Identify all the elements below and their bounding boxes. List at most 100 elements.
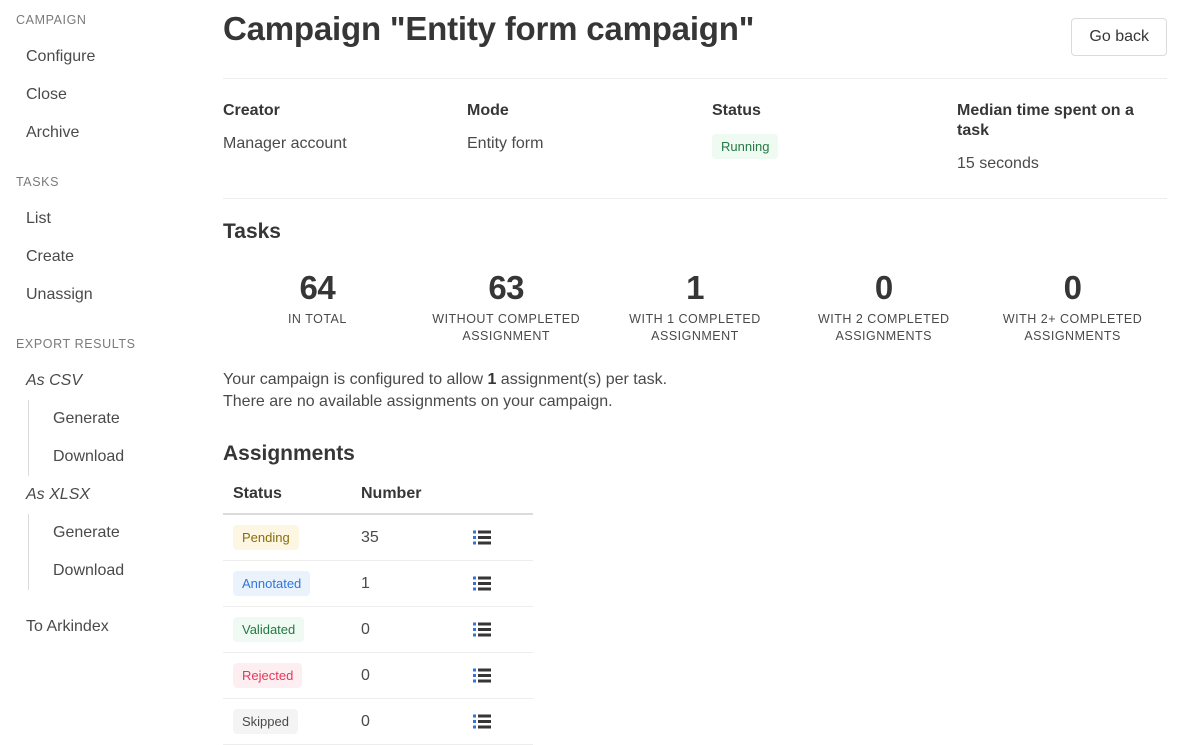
status-badge-pending: Pending <box>233 525 299 550</box>
sidebar-item-list-wrap: List <box>0 200 211 238</box>
stat-with-1-completed-assignment-value: 1 <box>686 269 704 306</box>
assignments-table-head: Status Number <box>223 477 533 515</box>
sidebar-section-label-export-results: EXPORT RESULTS <box>16 337 136 351</box>
assignments-table: Status Number Pending 35 Annotated 1 Val… <box>223 477 533 745</box>
stat-with-2plus-completed-assignments: 0 WITH 2+ COMPLETED ASSIGNMENTS <box>978 269 1167 345</box>
sidebar-item-xlsx-generate-wrap: Generate <box>29 514 211 552</box>
status-badge: Running <box>712 134 779 159</box>
cell-action <box>463 698 533 745</box>
sidebar-section-label-tasks: TASKS <box>16 175 60 189</box>
meta-creator-title: Creator <box>223 102 280 119</box>
cell-status: Skipped <box>223 698 351 745</box>
cell-action <box>463 514 533 561</box>
sidebar-item-to-arkindex-wrap: To Arkindex <box>0 608 211 646</box>
sidebar-item-csv-download-wrap: Download <box>29 438 211 476</box>
meta-median-time: Median time spent on a task 15 seconds <box>957 101 1167 174</box>
meta-creator-value: Manager account <box>223 135 347 152</box>
tasks-stats: 64 IN TOTAL 63 WITHOUT COMPLETED ASSIGNM… <box>223 251 1167 355</box>
assignments-section-title: Assignments <box>223 442 355 465</box>
assignment-note-line1-after: assignment(s) per task. <box>496 371 668 388</box>
list-icon[interactable] <box>473 714 491 729</box>
table-row: Rejected 0 <box>223 652 533 699</box>
stat-with-1-completed-assignment: 1 WITH 1 COMPLETED ASSIGNMENT <box>601 269 790 345</box>
stat-without-completed-assignment-label: WITHOUT COMPLETED ASSIGNMENT <box>432 312 581 343</box>
sidebar-item-list[interactable]: List <box>0 200 211 238</box>
sidebar-group-as-csv: As CSV Generate Download <box>0 362 211 476</box>
cell-status: Validated <box>223 606 351 653</box>
stat-in-total: 64 IN TOTAL <box>223 269 412 345</box>
cell-status: Rejected <box>223 652 351 699</box>
stat-without-completed-assignment: 63 WITHOUT COMPLETED ASSIGNMENT <box>412 269 601 345</box>
cell-action <box>463 560 533 607</box>
status-badge-rejected: Rejected <box>233 663 303 688</box>
sidebar-item-csv-download[interactable]: Download <box>29 438 211 476</box>
table-row: Skipped 0 <box>223 698 533 745</box>
main-content: Campaign "Entity form campaign" Go back … <box>211 0 1181 745</box>
sidebar-item-archive-wrap: Archive <box>0 114 211 152</box>
cell-number: 0 <box>351 606 463 653</box>
cell-action <box>463 652 533 699</box>
list-icon[interactable] <box>473 668 491 683</box>
sidebar-submenu-as-csv: Generate Download <box>28 400 211 476</box>
sidebar-item-close-wrap: Close <box>0 76 211 114</box>
column-header-number: Number <box>351 477 463 515</box>
sidebar-item-archive[interactable]: Archive <box>0 114 211 152</box>
stat-in-total-label: IN TOTAL <box>287 312 347 326</box>
sidebar-item-unassign[interactable]: Unassign <box>0 276 211 314</box>
sidebar-item-csv-generate[interactable]: Generate <box>29 400 211 438</box>
list-icon[interactable] <box>473 576 491 591</box>
tasks-section-title: Tasks <box>223 220 281 243</box>
sidebar: CAMPAIGN Configure Close Archive TASKS L… <box>0 0 211 646</box>
stat-with-2-completed-assignments: 0 WITH 2 COMPLETED ASSIGNMENTS <box>789 269 978 345</box>
meta-divider-bottom <box>223 198 1167 199</box>
meta-status-value: Running <box>712 134 957 159</box>
meta-status-title: Status <box>712 102 761 119</box>
sidebar-section-label-campaign: CAMPAIGN <box>16 13 87 27</box>
assignments-table-body: Pending 35 Annotated 1 Validated 0 Rejec… <box>223 514 533 745</box>
cell-number: 0 <box>351 652 463 699</box>
sidebar-item-as-csv[interactable]: As CSV <box>0 362 211 400</box>
stat-with-1-completed-assignment-label: WITH 1 COMPLETED ASSIGNMENT <box>629 312 761 343</box>
cell-number: 35 <box>351 514 463 561</box>
go-back-button[interactable]: Go back <box>1071 18 1167 56</box>
status-badge-validated: Validated <box>233 617 305 642</box>
list-icon[interactable] <box>473 530 491 545</box>
assignment-note: Your campaign is configured to allow 1 a… <box>223 369 1167 413</box>
table-header-row: Status Number <box>223 477 533 515</box>
page-title: Campaign "Entity form campaign" <box>223 10 755 47</box>
sidebar-item-configure-wrap: Configure <box>0 38 211 76</box>
cell-status: Pending <box>223 514 351 561</box>
sidebar-item-xlsx-download[interactable]: Download <box>29 552 211 590</box>
sidebar-item-as-xlsx[interactable]: As XLSX <box>0 476 211 514</box>
sidebar-item-create[interactable]: Create <box>0 238 211 276</box>
sidebar-item-csv-generate-wrap: Generate <box>29 400 211 438</box>
meta-mode-value: Entity form <box>467 135 544 152</box>
app-root: CAMPAIGN Configure Close Archive TASKS L… <box>0 0 1181 745</box>
sidebar-item-to-arkindex[interactable]: To Arkindex <box>0 608 211 646</box>
sidebar-item-xlsx-download-wrap: Download <box>29 552 211 590</box>
sidebar-item-xlsx-generate[interactable]: Generate <box>29 514 211 552</box>
sidebar-group-as-xlsx: As XLSX Generate Download <box>0 476 211 590</box>
meta-mode-title: Mode <box>467 102 509 119</box>
campaign-meta-row: Creator Manager account Mode Entity form… <box>223 79 1167 198</box>
sidebar-item-close[interactable]: Close <box>0 76 211 114</box>
sidebar-item-configure[interactable]: Configure <box>0 38 211 76</box>
sidebar-menu-tasks: List Create Unassign <box>0 200 211 314</box>
sidebar-menu-export: As CSV Generate Download As XLSX Generat… <box>0 362 211 646</box>
stat-in-total-value: 64 <box>299 269 336 306</box>
cell-number: 1 <box>351 560 463 607</box>
sidebar-item-create-wrap: Create <box>0 238 211 276</box>
assignment-note-line2: There are no available assignments on yo… <box>223 393 613 410</box>
stat-without-completed-assignment-value: 63 <box>488 269 525 306</box>
sidebar-menu-campaign: Configure Close Archive <box>0 38 211 152</box>
column-header-action <box>463 477 533 515</box>
meta-creator: Creator Manager account <box>223 101 467 174</box>
list-icon[interactable] <box>473 622 491 637</box>
status-badge-annotated: Annotated <box>233 571 311 596</box>
sidebar-submenu-as-xlsx: Generate Download <box>28 514 211 590</box>
table-row: Annotated 1 <box>223 560 533 607</box>
meta-median-time-value: 15 seconds <box>957 155 1039 172</box>
meta-median-time-title: Median time spent on a task <box>957 102 1134 139</box>
stat-with-2-completed-assignments-value: 0 <box>874 269 893 306</box>
cell-number: 0 <box>351 698 463 745</box>
